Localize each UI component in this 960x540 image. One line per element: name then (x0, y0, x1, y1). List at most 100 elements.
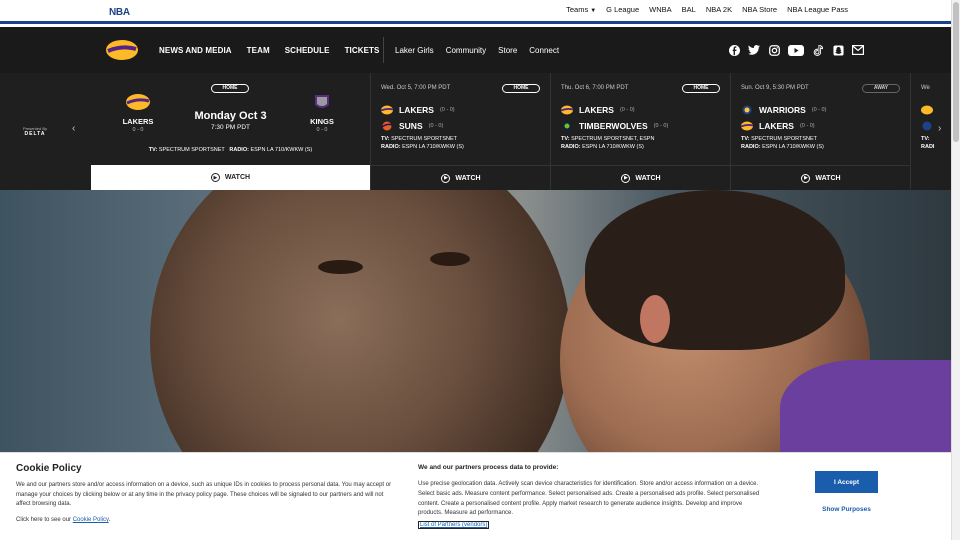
tv-label: TV: (381, 136, 390, 142)
tv-label: TV: (148, 147, 158, 153)
nav-store[interactable]: Store (498, 46, 517, 55)
cookie-banner: Cookie Policy We and our partners store … (0, 452, 951, 540)
tv-value: SPECTRUM SPORTSNET (751, 136, 817, 142)
league-link-nba-store[interactable]: NBA Store (742, 5, 777, 14)
play-icon: ▶ (801, 173, 811, 183)
mural-eye (430, 252, 470, 266)
lakers-team-logo (561, 105, 573, 115)
tv-label: TV: (561, 136, 570, 142)
nav-news-and-media[interactable]: NEWS AND MEDIA (159, 46, 232, 55)
watch-button[interactable]: ▶ WATCH (731, 165, 911, 190)
mural-eye (318, 260, 363, 274)
featured-watch-button[interactable]: ▶ WATCH (91, 165, 370, 190)
partners-heading: We and our partners process data to prov… (418, 464, 559, 471)
tiktok-icon[interactable] (812, 44, 824, 56)
accept-button[interactable]: I Accept (815, 471, 878, 493)
chevron-left-icon[interactable]: ‹ (72, 123, 75, 134)
game-date: We (921, 85, 930, 91)
nba-logo[interactable]: NBA (107, 4, 130, 20)
play-icon: ▶ (621, 173, 631, 183)
hero-image[interactable] (0, 190, 951, 452)
purple-shirt (780, 360, 951, 452)
home-badge: HOME (211, 84, 249, 93)
lakers-team-logo (741, 121, 753, 131)
league-link-label: Teams (566, 5, 589, 14)
game-team-row (921, 121, 933, 131)
radio-value: ESPN LA 710/KWKW (S) (250, 147, 313, 153)
nav-tickets[interactable]: TICKETS (345, 46, 380, 55)
caret-down-icon: ▼ (590, 8, 597, 14)
watch-label: WATCH (635, 174, 661, 182)
email-icon[interactable] (852, 44, 864, 56)
game-team-row (921, 105, 933, 115)
play-icon: ▶ (210, 173, 220, 182)
vendors-link[interactable]: List of Partners (vendors) (418, 521, 490, 529)
chevron-right-icon[interactable]: › (938, 123, 941, 134)
game-card[interactable]: Sun. Oct 9, 5:30 PM PDT AWAY WARRIORS (0… (730, 73, 911, 190)
lakers-team-logo (921, 105, 933, 115)
radio-label: RADIO: (229, 147, 249, 153)
team-name: TIMBERWOLVES (579, 121, 648, 131)
team-name: LAKERS (759, 121, 794, 131)
team-nav: NEWS AND MEDIA TEAM SCHEDULE TICKETS Lak… (0, 27, 951, 73)
team-record: (0 - 0) (439, 107, 455, 113)
instagram-icon[interactable] (768, 44, 780, 56)
league-link-g-league[interactable]: G League (606, 5, 639, 14)
sponsor-delta[interactable]: Presented By DELTA (0, 73, 70, 190)
watch-button[interactable]: ▶ WATCH (371, 165, 551, 190)
suns-team-logo (381, 121, 393, 131)
tv-label: TV: (741, 136, 750, 142)
main-nav: NEWS AND MEDIA TEAM SCHEDULE TICKETS (159, 46, 380, 55)
schedule-strip: Presented By DELTA ‹ HOME LAKERS 0 - 0 M… (0, 73, 951, 190)
nav-connect[interactable]: Connect (529, 46, 559, 55)
team-record: (0 - 0) (428, 123, 444, 129)
team-name: KINGS (310, 117, 334, 126)
team-record: (0 - 0) (799, 123, 815, 129)
facebook-icon[interactable] (728, 44, 740, 56)
league-link-bal[interactable]: BAL (682, 5, 696, 14)
nav-schedule[interactable]: SCHEDULE (285, 46, 330, 55)
snapchat-icon[interactable] (832, 44, 844, 56)
cookie-policy-link[interactable]: Cookie Policy (73, 517, 109, 523)
game-date: Thu. Oct 6, 7:00 PM PDT (561, 85, 629, 91)
nav-team[interactable]: TEAM (247, 46, 270, 55)
featured-game[interactable]: HOME LAKERS 0 - 0 Monday Oct 3 7:30 PM P… (91, 73, 370, 165)
scrollbar-thumb[interactable] (953, 2, 959, 142)
tv-value: SPECTRUM SPORTSNET, ESPN (571, 136, 655, 142)
featured-home-team: LAKERS 0 - 0 (122, 93, 154, 133)
nav-laker-girls[interactable]: Laker Girls (395, 46, 434, 55)
team-record: (0 - 0) (811, 107, 827, 113)
page-scrollbar[interactable] (951, 0, 960, 540)
game-card[interactable]: Wed. Oct 5, 7:00 PM PDT HOME LAKERS (0 -… (370, 73, 551, 190)
game-team-row: TIMBERWOLVES (0 - 0) (561, 121, 668, 131)
game-card-partial[interactable]: We TV: RADI (910, 73, 951, 190)
game-broadcast: TV: SPECTRUM SPORTSNET, ESPN RADIO: ESPN… (561, 136, 654, 151)
tv-value: SPECTRUM SPORTSNET (158, 147, 225, 153)
youtube-icon[interactable] (788, 44, 804, 56)
league-link-nba2k[interactable]: NBA 2K (706, 5, 732, 14)
lakers-logo[interactable] (104, 39, 140, 61)
radio-label: RADIO: (561, 143, 581, 150)
game-team-row: LAKERS (0 - 0) (561, 105, 635, 115)
game-card[interactable]: Thu. Oct 6, 7:00 PM PDT HOME LAKERS (0 -… (550, 73, 731, 190)
lakers-team-logo (126, 94, 150, 110)
featured-time: 7:30 PM PDT (210, 124, 250, 131)
nav-community[interactable]: Community (446, 46, 486, 55)
child-ear (640, 295, 670, 343)
game-team-row: WARRIORS (0 - 0) (741, 105, 826, 115)
game-team-row: LAKERS (0 - 0) (381, 105, 455, 115)
social-links (728, 44, 864, 56)
twitter-icon[interactable] (748, 44, 760, 56)
league-link-wnba[interactable]: WNBA (649, 5, 672, 14)
radio-label: RADIO: (381, 143, 401, 150)
team-name: LAKERS (122, 117, 154, 126)
league-link-teams[interactable]: Teams ▼ (566, 5, 596, 14)
show-purposes-button[interactable]: Show Purposes (815, 506, 878, 513)
sub-nav: Laker Girls Community Store Connect (395, 46, 559, 55)
league-link-league-pass[interactable]: NBA League Pass (787, 5, 848, 14)
watch-button[interactable]: ▶ WATCH (551, 165, 731, 190)
kings-team-logo (315, 95, 329, 108)
home-badge: HOME (682, 84, 720, 93)
team-name: SUNS (399, 121, 423, 131)
nav-divider (383, 37, 384, 63)
